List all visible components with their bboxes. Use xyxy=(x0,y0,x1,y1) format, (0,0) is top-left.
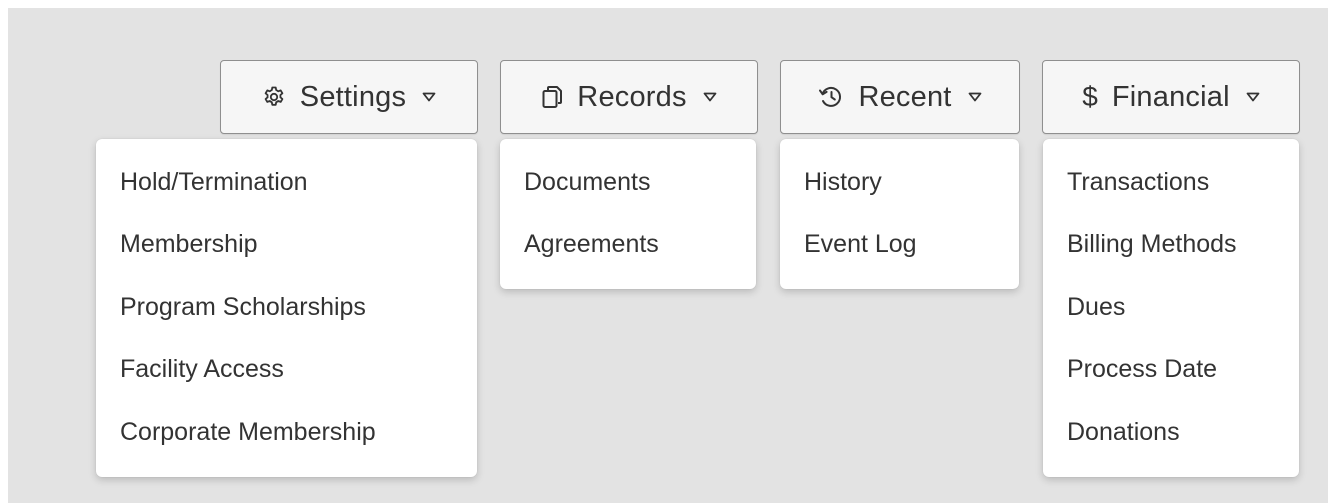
menu-item-agreements[interactable]: Agreements xyxy=(500,214,756,277)
settings-menu-label: Settings xyxy=(299,80,407,113)
menu-item-event-log[interactable]: Event Log xyxy=(780,214,1019,277)
menu-item-membership[interactable]: Membership xyxy=(96,214,477,277)
caret-down-icon xyxy=(703,92,717,102)
recent-menu-label: Recent xyxy=(858,80,952,113)
history-icon xyxy=(818,85,844,109)
dollar-icon: $ xyxy=(1082,81,1098,112)
menu-item-program-scholarships[interactable]: Program Scholarships xyxy=(96,276,477,339)
records-dropdown-menu: Documents Agreements xyxy=(500,139,756,289)
menu-item-dues[interactable]: Dues xyxy=(1043,276,1299,339)
caret-down-icon xyxy=(422,92,436,102)
financial-menu-label: Financial xyxy=(1111,80,1230,113)
menu-item-billing-methods[interactable]: Billing Methods xyxy=(1043,214,1299,277)
menu-item-hold-termination[interactable]: Hold/Termination xyxy=(96,151,477,214)
caret-down-icon xyxy=(968,92,982,102)
menu-item-facility-access[interactable]: Facility Access xyxy=(96,339,477,402)
menu-item-donations[interactable]: Donations xyxy=(1043,401,1299,464)
caret-down-icon xyxy=(1246,92,1260,102)
menu-item-transactions[interactable]: Transactions xyxy=(1043,151,1299,214)
copy-document-icon xyxy=(541,85,563,109)
recent-menu-button[interactable]: Recent xyxy=(780,60,1020,134)
recent-dropdown-menu: History Event Log xyxy=(780,139,1019,289)
settings-menu-button[interactable]: Settings xyxy=(220,60,478,134)
menu-item-history[interactable]: History xyxy=(780,151,1019,214)
menu-bar-canvas: Settings Records Recent $ Financial Hold… xyxy=(8,8,1328,503)
menu-item-corporate-membership[interactable]: Corporate Membership xyxy=(96,401,477,464)
records-menu-button[interactable]: Records xyxy=(500,60,758,134)
financial-menu-button[interactable]: $ Financial xyxy=(1042,60,1300,134)
financial-dropdown-menu: Transactions Billing Methods Dues Proces… xyxy=(1043,139,1299,477)
gear-icon xyxy=(262,85,286,109)
records-menu-label: Records xyxy=(577,80,687,113)
settings-dropdown-menu: Hold/Termination Membership Program Scho… xyxy=(96,139,477,477)
menu-item-process-date[interactable]: Process Date xyxy=(1043,339,1299,402)
menu-item-documents[interactable]: Documents xyxy=(500,151,756,214)
